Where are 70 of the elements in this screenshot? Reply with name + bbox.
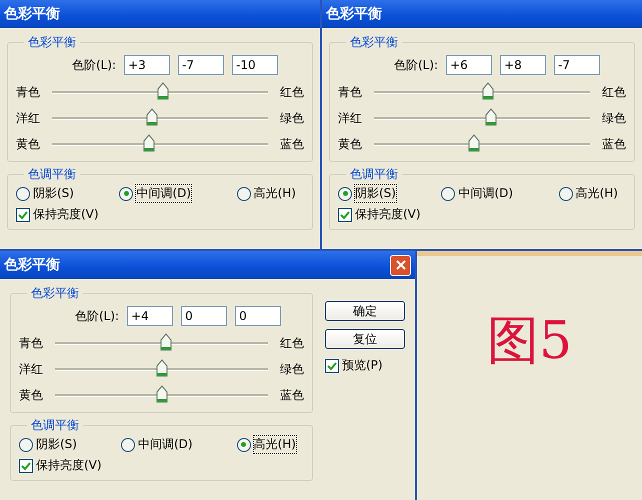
slider-thumb[interactable] <box>482 80 494 100</box>
group-title: 色调平衡 <box>27 166 77 183</box>
level-input[interactable]: +3 <box>124 55 170 75</box>
checkbox[interactable]: 保持亮度(V) <box>19 457 304 474</box>
figure-caption: 图5 <box>486 310 572 373</box>
slider-label: 黄色 <box>338 136 362 152</box>
level-input[interactable]: -7 <box>554 55 600 75</box>
close-button[interactable] <box>390 254 411 276</box>
slider-label: 洋红 <box>16 110 40 126</box>
check-icon <box>327 360 337 370</box>
checkbox[interactable]: 保持亮度(V) <box>338 206 626 223</box>
slider-label: 蓝色 <box>280 386 304 404</box>
group-title: 色调平衡 <box>349 166 399 183</box>
slider-thumb[interactable] <box>157 80 170 100</box>
level-input[interactable]: +8 <box>500 55 546 75</box>
slider-label: 洋红 <box>19 360 43 378</box>
dialog-button[interactable]: 复位 <box>325 329 405 349</box>
levels-label: 色阶(L): <box>72 56 116 74</box>
level-input[interactable]: +6 <box>446 55 492 75</box>
window-title: 色彩平衡 <box>4 5 60 23</box>
slider-thumb[interactable] <box>146 106 158 126</box>
levels-label: 色阶(L): <box>75 308 120 324</box>
slider-label: 蓝色 <box>280 136 304 152</box>
slider-thumb[interactable] <box>484 106 497 126</box>
slider-label: 青色 <box>19 334 43 352</box>
slider-label: 青色 <box>16 84 40 100</box>
slider-label: 绿色 <box>280 110 304 126</box>
slider-label: 红色 <box>280 84 304 100</box>
radio-option[interactable]: 阴影(S) <box>338 185 396 202</box>
slider-label: 黄色 <box>16 136 40 152</box>
level-input[interactable]: +4 <box>127 306 174 326</box>
radio-option[interactable]: 中间调(D) <box>120 436 193 453</box>
slider-label: 绿色 <box>602 110 626 126</box>
level-input[interactable]: -10 <box>232 55 278 75</box>
checkbox[interactable]: 保持亮度(V) <box>16 206 304 223</box>
checkbox[interactable]: 预览(P) <box>325 357 405 374</box>
slider-label: 绿色 <box>280 360 304 378</box>
group-title: 色彩平衡 <box>27 34 77 51</box>
group-title: 色调平衡 <box>30 417 80 434</box>
window-title: 色彩平衡 <box>326 5 382 23</box>
slider-label: 黄色 <box>19 386 43 404</box>
slider-label: 洋红 <box>338 110 362 126</box>
radio-option[interactable]: 阴影(S) <box>16 185 74 202</box>
radio-option[interactable]: 中间调(D) <box>441 185 514 202</box>
check-icon <box>340 210 350 220</box>
group-title: 色彩平衡 <box>349 34 399 51</box>
check-icon <box>21 460 31 470</box>
slider-thumb[interactable] <box>468 132 480 152</box>
group-title: 色彩平衡 <box>30 285 80 302</box>
slider-thumb[interactable] <box>156 358 168 378</box>
check-icon <box>18 210 28 220</box>
dialog-button[interactable]: 确定 <box>325 301 405 321</box>
slider-label: 红色 <box>602 84 626 100</box>
levels-label: 色阶(L): <box>394 56 438 74</box>
level-input[interactable]: 0 <box>181 306 228 326</box>
radio-option[interactable]: 高光(H) <box>558 185 618 202</box>
slider-thumb[interactable] <box>160 332 172 352</box>
level-input[interactable]: -7 <box>178 55 224 75</box>
close-icon <box>394 259 406 271</box>
slider-label: 蓝色 <box>602 136 626 152</box>
level-input[interactable]: 0 <box>235 306 282 326</box>
radio-option[interactable]: 高光(H) <box>236 436 296 453</box>
slider-label: 红色 <box>280 334 304 352</box>
radio-option[interactable]: 阴影(S) <box>19 436 77 453</box>
radio-option[interactable]: 高光(H) <box>236 185 296 202</box>
slider-thumb[interactable] <box>156 384 168 404</box>
slider-label: 青色 <box>338 84 362 100</box>
radio-option[interactable]: 中间调(D) <box>119 185 192 202</box>
slider-thumb[interactable] <box>143 132 156 152</box>
window-title: 色彩平衡 <box>4 256 60 274</box>
